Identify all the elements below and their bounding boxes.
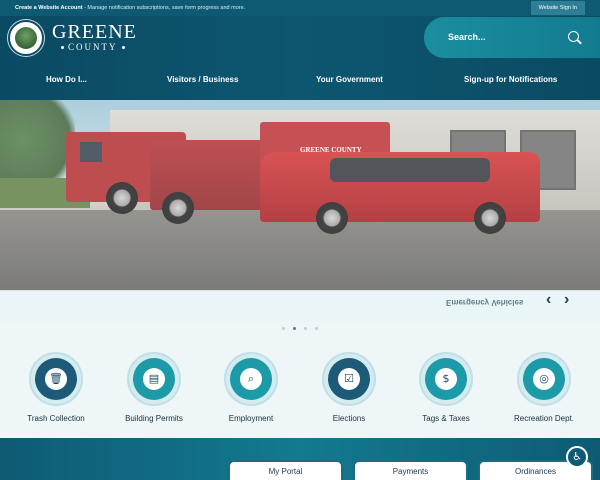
trash-icon: 🗑 <box>45 368 67 390</box>
slide-caption: Emergency Vehicles <box>446 298 524 307</box>
quick-link-circle: ▤ <box>133 358 175 400</box>
my-portal-card[interactable]: My Portal <box>228 460 343 480</box>
brand-name[interactable]: GREENE <box>52 21 137 44</box>
next-slide-icon[interactable]: › <box>564 291 569 309</box>
accessibility-icon[interactable]: ♿ <box>566 446 588 468</box>
quick-link-employment[interactable]: ⌕ Employment <box>201 352 301 432</box>
county-seal-logo[interactable] <box>8 20 44 56</box>
payments-card[interactable]: Payments <box>353 460 468 480</box>
quick-link-circle: $ <box>425 358 467 400</box>
quick-link-ring: ☑ <box>322 352 376 406</box>
briefcase-icon: ⌕ <box>240 368 262 390</box>
quick-link-elections[interactable]: ☑ Elections <box>299 352 399 432</box>
quick-link-trash-collection[interactable]: 🗑 Trash Collection <box>6 352 106 432</box>
quick-link-ring: 🗑 <box>29 352 83 406</box>
bottom-links-band: My Portal Payments Ordinances <box>0 438 600 480</box>
slide-dot[interactable] <box>293 327 296 330</box>
tag-icon: $ <box>435 368 457 390</box>
quick-link-label: Building Permits <box>125 414 183 423</box>
hero-slideshow[interactable]: GREENE COUNTY <box>0 100 600 290</box>
document-icon: ▤ <box>143 368 165 390</box>
quick-link-label: Elections <box>332 414 366 423</box>
quick-link-circle: ⌕ <box>230 358 272 400</box>
create-account-link[interactable]: Create a Website Account - Manage notifi… <box>15 5 245 11</box>
slide-caption-bar: Emergency Vehicles ‹ › <box>0 290 600 322</box>
sign-in-button[interactable]: Website Sign In <box>530 1 585 15</box>
main-nav: How Do I... Visitors / Business Your Gov… <box>0 68 600 92</box>
slide-dot[interactable] <box>304 327 307 330</box>
create-account-description: - Manage notification subscriptions, sav… <box>82 5 246 11</box>
quick-link-ring: ▤ <box>127 352 181 406</box>
quick-link-ring: ◎ <box>517 352 571 406</box>
nav-item-visitors-business[interactable]: Visitors / Business <box>167 75 238 84</box>
quick-link-label: Trash Collection <box>27 414 85 423</box>
quick-link-ring: $ <box>419 352 473 406</box>
search-box[interactable]: Search... <box>424 17 600 58</box>
quick-link-building-permits[interactable]: ▤ Building Permits <box>104 352 204 432</box>
quick-link-recreation-dept[interactable]: ◎ Recreation Dept. <box>494 352 594 432</box>
brand-subtitle-row: COUNTY <box>57 42 129 52</box>
prev-slide-icon[interactable]: ‹ <box>546 291 551 309</box>
bullet-dot <box>61 46 64 50</box>
nav-item-how-do-i[interactable]: How Do I... <box>46 75 87 84</box>
ballot-icon: ☑ <box>338 368 360 390</box>
nav-item-notifications[interactable]: Sign-up for Notifications <box>464 75 557 84</box>
site-header: GREENE COUNTY Search... How Do I... Visi… <box>0 16 600 100</box>
ball-icon: ◎ <box>533 368 555 390</box>
quick-link-label: Tags & Taxes <box>422 414 470 423</box>
search-input[interactable]: Search... <box>448 32 486 42</box>
quick-links: 🗑 Trash Collection ▤ Building Permits ⌕ Emplo… <box>0 338 600 438</box>
slide-dot[interactable] <box>315 327 318 330</box>
hero-overlay <box>0 100 600 290</box>
slide-dot[interactable] <box>282 327 285 330</box>
quick-link-circle: ☑ <box>328 358 370 400</box>
nav-item-your-government[interactable]: Your Government <box>316 75 383 84</box>
seal-emblem <box>15 27 37 49</box>
bullet-dot <box>121 46 125 50</box>
quick-link-circle: ◎ <box>523 358 565 400</box>
slide-indicators <box>282 327 322 333</box>
quick-link-circle: 🗑 <box>35 358 77 400</box>
quick-link-label: Employment <box>228 414 274 423</box>
brand-subtitle: COUNTY <box>68 42 118 52</box>
search-icon[interactable] <box>568 31 579 42</box>
create-account-label[interactable]: Create a Website Account <box>15 5 83 11</box>
quick-link-tags-taxes[interactable]: $ Tags & Taxes <box>396 352 496 432</box>
quick-link-label: Recreation Dept. <box>513 414 575 423</box>
quick-link-ring: ⌕ <box>224 352 278 406</box>
utility-bar: Create a Website Account - Manage notifi… <box>0 0 600 16</box>
